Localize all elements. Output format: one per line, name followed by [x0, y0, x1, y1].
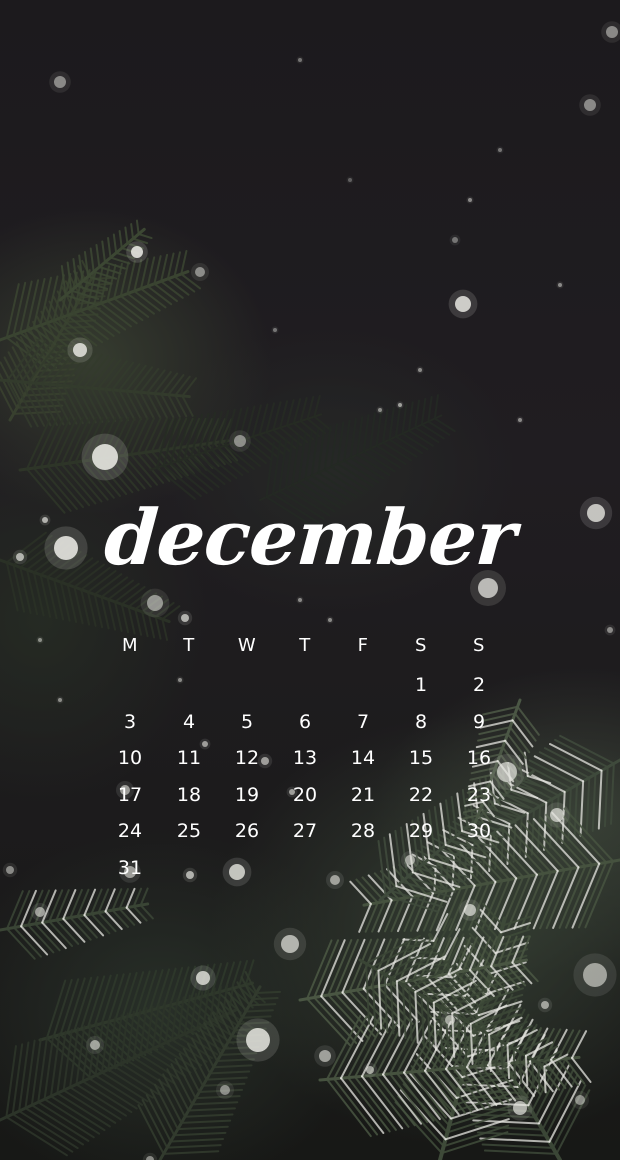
- calendar-day: 12: [234, 747, 260, 769]
- calendar-day: 5: [240, 711, 254, 733]
- weekday-label: T: [299, 635, 311, 656]
- calendar-grid: M T W T F S S 1 2 3 4 5 6 7 8 9 10 11 12 13 14 15 16 17 18 19 20 21…: [0, 0, 620, 1160]
- weekday-label: T: [183, 635, 195, 656]
- calendar-day: 25: [176, 820, 202, 842]
- calendar-day: 22: [408, 784, 434, 806]
- calendar-day: 7: [356, 711, 370, 733]
- calendar-day: 28: [350, 820, 376, 842]
- calendar-day: 29: [408, 820, 434, 842]
- calendar-day: 30: [466, 820, 492, 842]
- calendar-day: 9: [472, 711, 486, 733]
- calendar-day: 17: [117, 784, 143, 806]
- calendar-day: 24: [117, 820, 143, 842]
- calendar-day: 16: [466, 747, 492, 769]
- weekday-label: W: [237, 635, 257, 656]
- calendar-day: 1: [414, 674, 428, 696]
- calendar-day: 21: [350, 784, 376, 806]
- calendar-day: 2: [472, 674, 486, 696]
- calendar-day: 8: [414, 711, 428, 733]
- calendar-day: 4: [182, 711, 196, 733]
- weekday-label: F: [357, 635, 369, 656]
- calendar-day: 23: [466, 784, 492, 806]
- calendar-day: 10: [117, 747, 143, 769]
- calendar-day: 11: [176, 747, 202, 769]
- calendar-day: 26: [234, 820, 260, 842]
- calendar-day: 20: [292, 784, 318, 806]
- calendar-day: 18: [176, 784, 202, 806]
- calendar-day: 31: [117, 857, 143, 879]
- calendar-day: 19: [234, 784, 260, 806]
- weekday-label: S: [415, 635, 427, 656]
- weekday-label: M: [121, 635, 139, 656]
- calendar-day: 15: [408, 747, 434, 769]
- calendar-day: 27: [292, 820, 318, 842]
- calendar-day: 6: [298, 711, 312, 733]
- wallpaper-background: december M T W T F S S 1 2 3 4 5 6 7 8 9 10 11 12 13 14 15 16 1…: [0, 0, 620, 1160]
- weekday-label: S: [473, 635, 485, 656]
- calendar-day: 14: [350, 747, 376, 769]
- calendar-day: 3: [123, 711, 137, 733]
- calendar-day: 13: [292, 747, 318, 769]
